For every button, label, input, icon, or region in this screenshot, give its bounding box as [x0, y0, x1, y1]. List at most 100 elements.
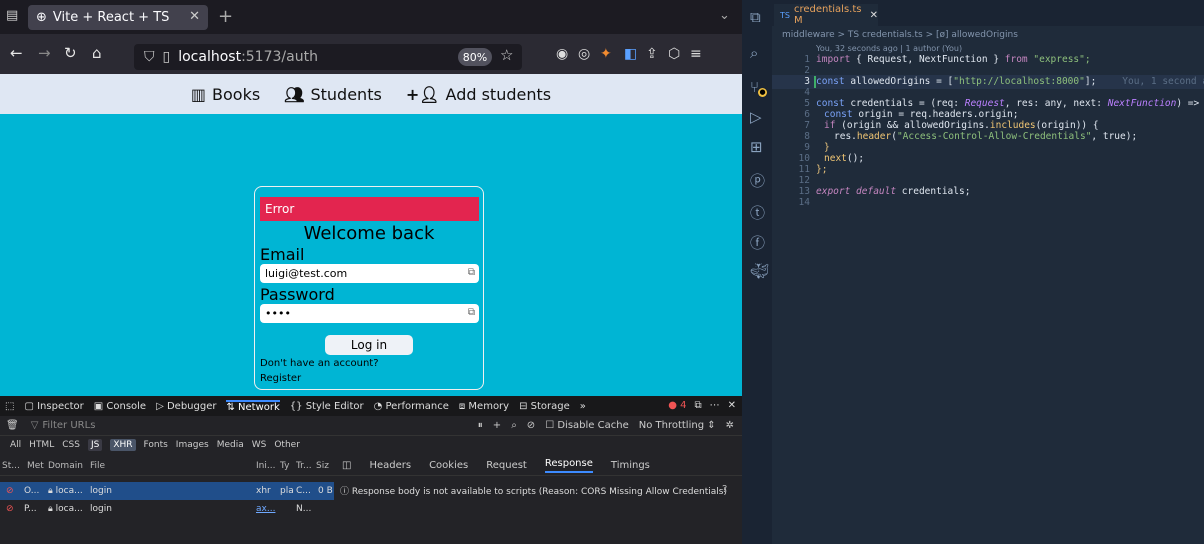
col-domain[interactable]: Domain — [48, 461, 83, 471]
chevron-down-icon[interactable]: ⌄ — [719, 8, 730, 23]
password-manager-icon[interactable]: ⧉ — [468, 267, 475, 278]
filter-right-controls: ⏸ + ⌕ ⊘ ☐ Disable Cache No Throttling ⇕ … — [478, 420, 734, 431]
tab-cookies[interactable]: Cookies — [429, 460, 468, 471]
reload-icon[interactable]: ↻ — [64, 44, 77, 62]
tab-memory[interactable]: ⧈ Memory — [459, 401, 509, 412]
testing-icon[interactable]: ⓣ — [750, 202, 765, 223]
add-icon[interactable]: + — [493, 420, 501, 431]
col-type[interactable]: Ty — [280, 461, 289, 471]
request-table-header: St... Met Domain File Ini... Ty Tr... Si… — [0, 456, 334, 476]
trash-icon[interactable]: 🗑︎ — [6, 420, 19, 431]
type-media[interactable]: Media — [217, 440, 244, 450]
tab-console[interactable]: ▣ Console — [94, 401, 146, 412]
email-field[interactable] — [260, 264, 479, 283]
git-change-marker — [814, 76, 816, 88]
share-icon[interactable]: ⇪ — [646, 46, 658, 62]
editor-tab-credentials[interactable]: TS credentials.ts M ✕ — [774, 4, 878, 26]
lightning-icon[interactable]: ⓕ — [750, 232, 765, 253]
nav-add-students[interactable]: +👤︎ Add students — [406, 85, 551, 104]
table-row[interactable]: ⊘ P... 🔒︎ loca... login ax... N... — [0, 500, 334, 518]
nav-students[interactable]: 👥︎ Students — [284, 85, 382, 104]
col-transferred[interactable]: Tr... — [296, 461, 312, 471]
close-icon[interactable]: ✕ — [728, 400, 736, 411]
account-icon[interactable]: ◎ — [578, 46, 590, 62]
shield-icon[interactable]: ⛉ — [144, 49, 155, 65]
more-icon[interactable]: ⋯ — [710, 400, 720, 411]
pause-icon[interactable]: ⏸ — [478, 420, 483, 431]
close-icon[interactable]: ✕ — [870, 10, 878, 21]
bookmark-star-icon[interactable]: ☆ — [500, 46, 513, 64]
menu-icon[interactable]: ≡ — [690, 46, 702, 62]
panel-toggle-icon[interactable]: ◫ — [342, 460, 351, 471]
register-link[interactable]: Register — [260, 373, 301, 384]
new-tab-icon[interactable]: + — [218, 6, 233, 27]
type-images[interactable]: Images — [176, 440, 209, 450]
tab-inspector[interactable]: ▢ Inspector — [24, 401, 83, 412]
disable-cache-checkbox[interactable]: ☐ Disable Cache — [545, 420, 629, 431]
col-method[interactable]: Met — [27, 461, 44, 471]
fox-extension-icon[interactable]: ✦ — [600, 46, 612, 62]
run-debug-icon[interactable]: ▷ — [750, 108, 762, 126]
tab-storage[interactable]: ⊟ Storage — [519, 401, 570, 412]
tab-response[interactable]: Response — [544, 458, 593, 473]
close-icon[interactable]: ✕ — [189, 9, 200, 24]
search-icon[interactable]: ⌕ — [750, 44, 758, 62]
type-xhr[interactable]: XHR — [110, 439, 136, 451]
password-manager-icon[interactable]: ⧉ — [468, 307, 475, 318]
login-button[interactable]: Log in — [325, 335, 413, 355]
type-other[interactable]: Other — [274, 440, 300, 450]
docker-icon[interactable]: 🐳︎ — [750, 262, 769, 280]
col-status[interactable]: St... — [2, 461, 20, 471]
forward-icon[interactable]: → — [38, 44, 51, 62]
tab-style-editor[interactable]: {} Style Editor — [290, 401, 364, 412]
browser-tab[interactable]: ⊕ Vite + React + TS ✕ — [28, 5, 208, 30]
more-tabs-icon[interactable]: » — [580, 401, 586, 412]
extensions-icon[interactable]: ⬡ — [668, 46, 680, 62]
row-initiator[interactable]: ax... — [256, 504, 275, 514]
tab-performance[interactable]: ◔ Performance — [374, 401, 449, 412]
type-html[interactable]: HTML — [29, 440, 54, 450]
extensions-icon[interactable]: ⊞ — [750, 138, 763, 156]
type-css[interactable]: CSS — [62, 440, 80, 450]
tab-request[interactable]: Request — [486, 460, 527, 471]
row-domain: 🔒︎ loca... — [48, 504, 83, 514]
url-host: localhost — [178, 49, 242, 65]
row-transferred: N... — [296, 504, 312, 514]
breadcrumb[interactable]: middleware > TS credentials.ts > [ø] all… — [782, 30, 1018, 40]
nav-books[interactable]: ▥ Books — [191, 85, 260, 104]
error-count[interactable]: ● 4 — [668, 400, 686, 411]
files-icon[interactable]: ⧉ — [750, 8, 761, 26]
col-file[interactable]: File — [90, 461, 105, 471]
extension-icon[interactable]: ◧ — [624, 46, 637, 62]
col-size[interactable]: Siz — [316, 461, 329, 471]
tab-debugger[interactable]: ▷ Debugger — [156, 401, 216, 412]
blame-header[interactable]: You, 32 seconds ago | 1 author (You) — [816, 44, 962, 53]
block-icon[interactable]: ⊘ — [527, 420, 535, 431]
help-icon[interactable]: ? — [722, 484, 727, 495]
tab-headers[interactable]: Headers — [369, 460, 411, 471]
col-initiator[interactable]: Ini... — [256, 461, 275, 471]
type-fonts[interactable]: Fonts — [144, 440, 168, 450]
type-js[interactable]: JS — [87, 439, 103, 451]
zoom-badge[interactable]: 80% — [458, 48, 492, 66]
devtools-toolbar: ⬚ ▢ Inspector ▣ Console ▷ Debugger ⇅ Net… — [0, 396, 742, 416]
app-navbar: ▥ Books 👥︎ Students +👤︎ Add students — [0, 74, 742, 114]
tab-network[interactable]: ⇅ Network — [226, 399, 280, 413]
dock-icon[interactable]: ⧉ — [694, 400, 701, 411]
back-icon[interactable]: ← — [10, 44, 23, 62]
circle-icon[interactable]: ⓟ — [750, 170, 765, 191]
tab-timings[interactable]: Timings — [611, 460, 650, 471]
password-field[interactable]: •••• — [260, 304, 479, 323]
response-message: ⓘ Response body is not available to scri… — [340, 487, 727, 497]
tab-list-icon[interactable]: ▤ — [6, 8, 18, 23]
type-ws[interactable]: WS — [252, 440, 267, 450]
search-icon[interactable]: ⌕ — [511, 420, 517, 431]
home-icon[interactable]: ⌂ — [92, 44, 102, 62]
type-all[interactable]: All — [10, 440, 21, 450]
throttling-select[interactable]: No Throttling ⇕ — [639, 420, 716, 431]
table-row[interactable]: ⊘ O... 🔒︎ loca... login xhr pla C... 0 B — [0, 482, 334, 500]
filter-input[interactable]: Filter URLs — [42, 420, 95, 431]
settings-icon[interactable]: ✲ — [726, 420, 734, 431]
pocket-icon[interactable]: ◉ — [556, 46, 568, 62]
picker-icon[interactable]: ⬚ — [5, 401, 14, 412]
